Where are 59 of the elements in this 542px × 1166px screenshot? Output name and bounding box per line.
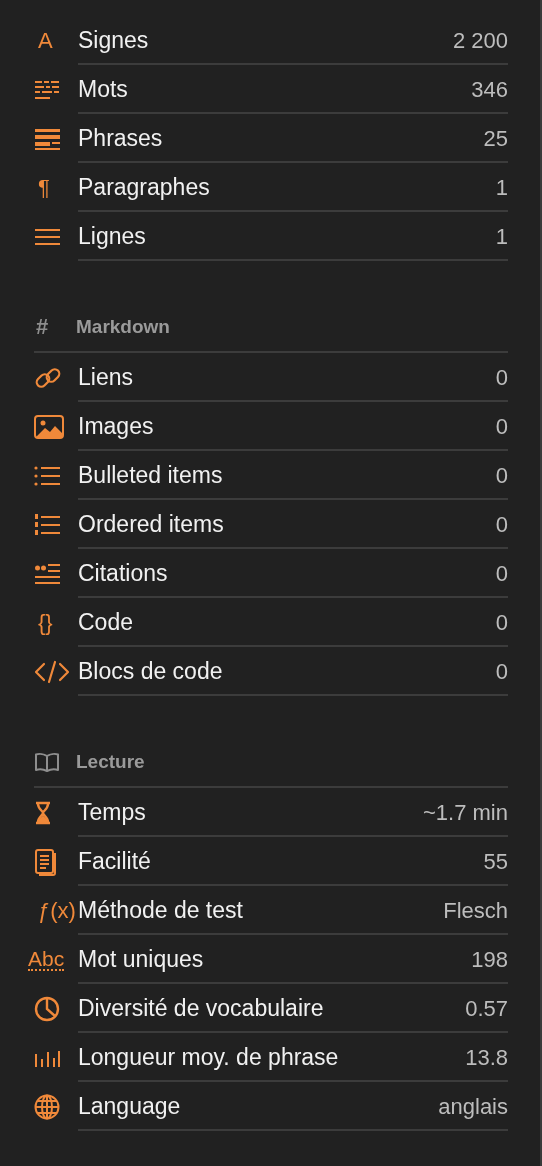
- hourglass-icon: [34, 800, 52, 825]
- stat-label: Mots: [78, 76, 129, 103]
- book-icon: [34, 751, 60, 773]
- glyph-icon: ¶: [38, 176, 50, 199]
- stat-value: 0: [495, 560, 508, 587]
- quote-icon: [34, 562, 60, 585]
- stat-value: 0: [495, 511, 508, 538]
- bullet-list-icon: [34, 465, 60, 486]
- glyph-icon: A: [38, 29, 53, 52]
- stat-label: Diversité de vocabulaire: [78, 995, 325, 1022]
- bar-chart-icon: [34, 1048, 60, 1067]
- document-icon: [34, 847, 58, 876]
- code-icon: [34, 659, 70, 684]
- stat-label: Paragraphes: [78, 174, 211, 201]
- stat-value: 1: [495, 223, 508, 250]
- stat-value: 2 200: [452, 27, 508, 54]
- stat-label: Phrases: [78, 125, 164, 152]
- stat-label: Bulleted items: [78, 462, 224, 489]
- pie-chart-icon: [34, 995, 60, 1022]
- stat-label: Code: [78, 609, 134, 636]
- stat-value: 0: [495, 413, 508, 440]
- stat-value: anglais: [438, 1093, 508, 1120]
- stat-label: Blocs de code: [78, 658, 224, 685]
- section-title: Markdown: [76, 316, 170, 338]
- stat-label: Language: [78, 1093, 182, 1120]
- stat-label: Lignes: [78, 223, 147, 250]
- stat-value: 0: [495, 658, 508, 685]
- stat-label: Facilité: [78, 848, 152, 875]
- stat-value: ~1.7 min: [423, 799, 508, 826]
- stat-value: 346: [471, 76, 508, 103]
- stat-label: Méthode de test: [78, 897, 244, 924]
- stat-value: 25: [483, 125, 508, 152]
- stat-label: Ordered items: [78, 511, 225, 538]
- stat-value: 0.57: [465, 995, 508, 1022]
- stat-label: Citations: [78, 560, 169, 587]
- globe-icon: [34, 1093, 60, 1120]
- stat-value: 198: [471, 946, 508, 973]
- stat-value: 0: [495, 364, 508, 391]
- stat-label: Liens: [78, 364, 134, 391]
- image-icon: [34, 414, 64, 439]
- stat-value: Flesch: [443, 897, 508, 924]
- glyph-icon: ƒ(x): [38, 899, 76, 922]
- glyph-icon: {}: [38, 611, 53, 634]
- dashed-lines-icon: [34, 78, 60, 101]
- stat-label: Longueur moy. de phrase: [78, 1044, 340, 1071]
- stat-value: 0: [495, 609, 508, 636]
- stat-label: Mot uniques: [78, 946, 205, 973]
- stat-value: 13.8: [465, 1044, 508, 1071]
- section-title: Lecture: [76, 751, 145, 773]
- text-lines-icon: [34, 127, 60, 150]
- stat-label: Signes: [78, 27, 150, 54]
- lines-icon: [34, 227, 60, 246]
- stat-value: 0: [495, 462, 508, 489]
- stat-value: 1: [495, 174, 508, 201]
- hash-icon: #: [36, 314, 49, 340]
- stat-label: Images: [78, 413, 155, 440]
- stat-label: Temps: [78, 799, 147, 826]
- stat-value: 55: [483, 848, 508, 875]
- numbered-list-icon: [34, 513, 60, 536]
